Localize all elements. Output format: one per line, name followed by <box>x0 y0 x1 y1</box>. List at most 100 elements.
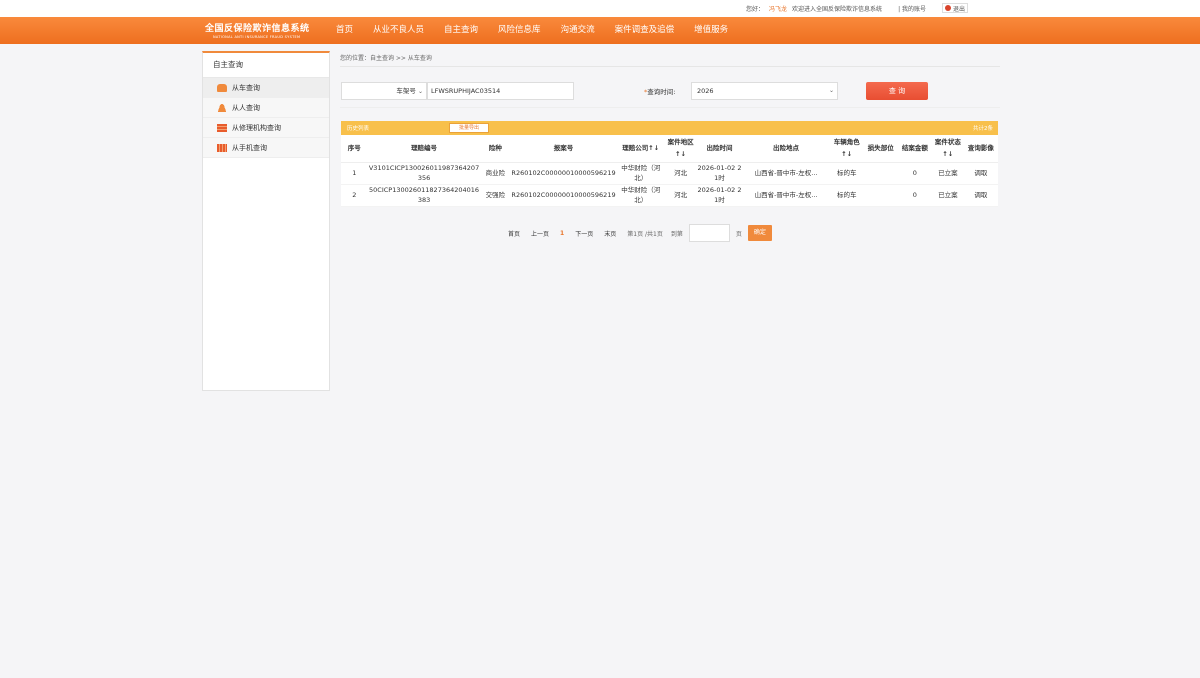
cell-vehicle-role: 标的车 <box>829 162 864 185</box>
cell-case-status: 已立案 <box>931 162 964 185</box>
table-row: 1 V3101CICP130026011987364207356 商业险 R26… <box>341 162 998 185</box>
vin-input[interactable]: LFWSRUPHIJAC03514 <box>427 82 574 100</box>
pager-goto-label: 到第 <box>670 230 683 238</box>
results-title: 历史列表 <box>347 126 370 132</box>
logo-title-en: NATIONAL ANTI INSURANCE FRAUD SYSTEM <box>213 35 301 39</box>
results-header-bar: 历史列表 批量导出 共计2条 <box>341 121 998 135</box>
query-button[interactable]: 查 询 <box>866 82 928 100</box>
table-row: 2 50CICP130026011827364204016383 交强险 R26… <box>341 184 998 207</box>
nav-item-home[interactable]: 首页 <box>326 17 363 44</box>
chevron-down-icon: ⌄ <box>417 88 423 95</box>
greeting-label: 您好： <box>745 6 764 13</box>
pager-page-unit: 页 <box>735 230 742 238</box>
nav-item-risk-db[interactable]: 风险信息库 <box>488 17 551 44</box>
user-name[interactable]: 冯飞龙 <box>769 6 787 13</box>
nav-item-communication[interactable]: 沟通交流 <box>551 17 605 44</box>
cell-case-status: 已立案 <box>931 184 964 207</box>
search-type-select[interactable]: 车架号 ⌄ <box>341 82 427 100</box>
cell-insurance-type: 交强险 <box>480 184 511 207</box>
pager-page-input[interactable] <box>688 224 730 242</box>
cell-region: 河北 <box>664 184 697 207</box>
person-icon <box>217 103 227 112</box>
cell-insurance-type: 商业险 <box>480 162 511 185</box>
sidebar-item-phone-query[interactable]: 从手机查询 <box>203 138 329 158</box>
fetch-image-link[interactable]: 调取 <box>963 184 998 207</box>
search-type-value: 车架号 <box>396 87 416 95</box>
repair-shop-icon <box>217 123 227 132</box>
results-table: 序号 理赔编号 险种 报案号 理赔公司↑↓ 案件地区↑↓ 出险时间 出险地点 车… <box>341 135 998 207</box>
sidebar-item-label: 从修理机构查询 <box>232 123 281 132</box>
cell-accident-time: 2026-01-02 21时 <box>696 184 743 207</box>
cell-report-no: R260102C00000010000596219 <box>510 162 617 185</box>
sidebar-item-label: 从人查询 <box>232 103 260 112</box>
pager-info: 第1页 /共1页 <box>627 230 663 238</box>
logout-icon <box>944 5 951 11</box>
cell-damage-part <box>863 162 898 185</box>
system-logo[interactable]: 全国反保险欺诈信息系统 NATIONAL ANTI INSURANCE FRAU… <box>205 21 323 41</box>
cell-claim-no: 50CICP130026011827364204016383 <box>367 184 481 207</box>
col-header-index: 序号 <box>341 135 368 163</box>
col-header-damage-part: 损失部位 <box>863 135 898 163</box>
sidebar-item-label: 从车查询 <box>232 83 260 92</box>
query-time-label: *查询时间: <box>644 88 676 96</box>
breadcrumb: 您的位置：自主查询 >> 从车查询 <box>340 51 1000 67</box>
table-header-row: 序号 理赔编号 险种 报案号 理赔公司↑↓ 案件地区↑↓ 出险时间 出险地点 车… <box>341 135 998 163</box>
sidebar-title: 自主查询 <box>203 53 329 78</box>
col-header-case-status[interactable]: 案件状态↑↓ <box>931 135 964 163</box>
main-navbar: 全国反保险欺诈信息系统 NATIONAL ANTI INSURANCE FRAU… <box>0 17 1200 44</box>
nav-item-bad-personnel[interactable]: 从业不良人员 <box>363 17 434 44</box>
my-account-link[interactable]: | 我的账号 <box>898 4 926 13</box>
col-header-report-no: 报案号 <box>510 135 617 163</box>
col-header-company[interactable]: 理赔公司↑↓ <box>616 135 665 163</box>
col-header-insurance-type: 险种 <box>480 135 511 163</box>
cell-index: 1 <box>341 162 368 185</box>
car-icon <box>217 83 227 92</box>
pager-prev-button[interactable]: 上一页 <box>531 229 549 238</box>
cell-vehicle-role: 标的车 <box>829 184 864 207</box>
batch-export-button[interactable]: 批量导出 <box>449 123 489 133</box>
results-total: 共计2条 <box>973 126 993 132</box>
pager-last-button[interactable]: 末页 <box>604 229 616 238</box>
pagination: 首页 上一页 1 下一页 末页 第1页 /共1页 到第 页 确定 <box>508 224 772 242</box>
cell-report-no: R260102C00000010000596219 <box>510 184 617 207</box>
query-time-select[interactable]: 2026 ⌄ <box>691 82 838 100</box>
cell-company: 中华财险（河北） <box>616 162 665 185</box>
fetch-image-link[interactable]: 调取 <box>963 162 998 185</box>
pager-current-page[interactable]: 1 <box>560 230 564 237</box>
main-content: 您的位置：自主查询 >> 从车查询 车架号 ⌄ LFWSRUPHIJAC0351… <box>340 51 1000 271</box>
nav-item-self-query[interactable]: 自主查询 <box>434 17 488 44</box>
pager-first-button[interactable]: 首页 <box>508 229 520 238</box>
cell-accident-place: 山西省-晋中市-左权... <box>742 184 830 207</box>
cell-claim-no: V3101CICP130026011987364207356 <box>367 162 481 185</box>
cell-region: 河北 <box>664 162 697 185</box>
sidebar-item-repair-shop-query[interactable]: 从修理机构查询 <box>203 118 329 138</box>
logout-button[interactable]: 退出 <box>941 3 968 13</box>
col-header-vehicle-role[interactable]: 车辆角色↑↓ <box>829 135 864 163</box>
col-header-settled-amount: 结案金额 <box>897 135 932 163</box>
cell-index: 2 <box>341 184 368 207</box>
sidebar: 自主查询 从车查询 从人查询 从修理机构查询 从手机查询 <box>202 51 330 391</box>
top-bar: 您好： 冯飞龙 欢迎进入全国反保险欺诈信息系统 | 我的账号 退出 <box>0 0 1200 17</box>
cell-company: 中华财险（河北） <box>616 184 665 207</box>
pager-confirm-button[interactable]: 确定 <box>747 225 772 241</box>
sidebar-item-person-query[interactable]: 从人查询 <box>203 98 329 118</box>
cell-settled-amount: 0 <box>897 162 932 185</box>
sidebar-item-label: 从手机查询 <box>232 143 267 152</box>
cell-accident-time: 2026-01-02 21时 <box>696 162 743 185</box>
nav-menu: 首页 从业不良人员 自主查询 风险信息库 沟通交流 案件调查及追偿 增值服务 <box>326 17 738 44</box>
nav-item-investigation[interactable]: 案件调查及追偿 <box>605 17 685 44</box>
col-header-region[interactable]: 案件地区↑↓ <box>664 135 697 163</box>
logo-title-cn: 全国反保险欺诈信息系统 <box>205 24 310 34</box>
col-header-accident-place: 出险地点 <box>742 135 830 163</box>
cell-accident-place: 山西省-晋中市-左权... <box>742 162 830 185</box>
sidebar-item-vehicle-query[interactable]: 从车查询 <box>203 78 329 98</box>
query-time-value: 2026 <box>697 87 714 95</box>
cell-damage-part <box>863 184 898 207</box>
welcome-text: 您好： 冯飞龙 欢迎进入全国反保险欺诈信息系统 <box>746 4 882 13</box>
cell-settled-amount: 0 <box>897 184 932 207</box>
pager-next-button[interactable]: 下一页 <box>575 229 593 238</box>
chevron-down-icon: ⌄ <box>828 87 834 94</box>
col-header-claim-no: 理赔编号 <box>367 135 481 163</box>
phone-icon <box>217 143 227 152</box>
nav-item-value-added[interactable]: 增值服务 <box>684 17 738 44</box>
